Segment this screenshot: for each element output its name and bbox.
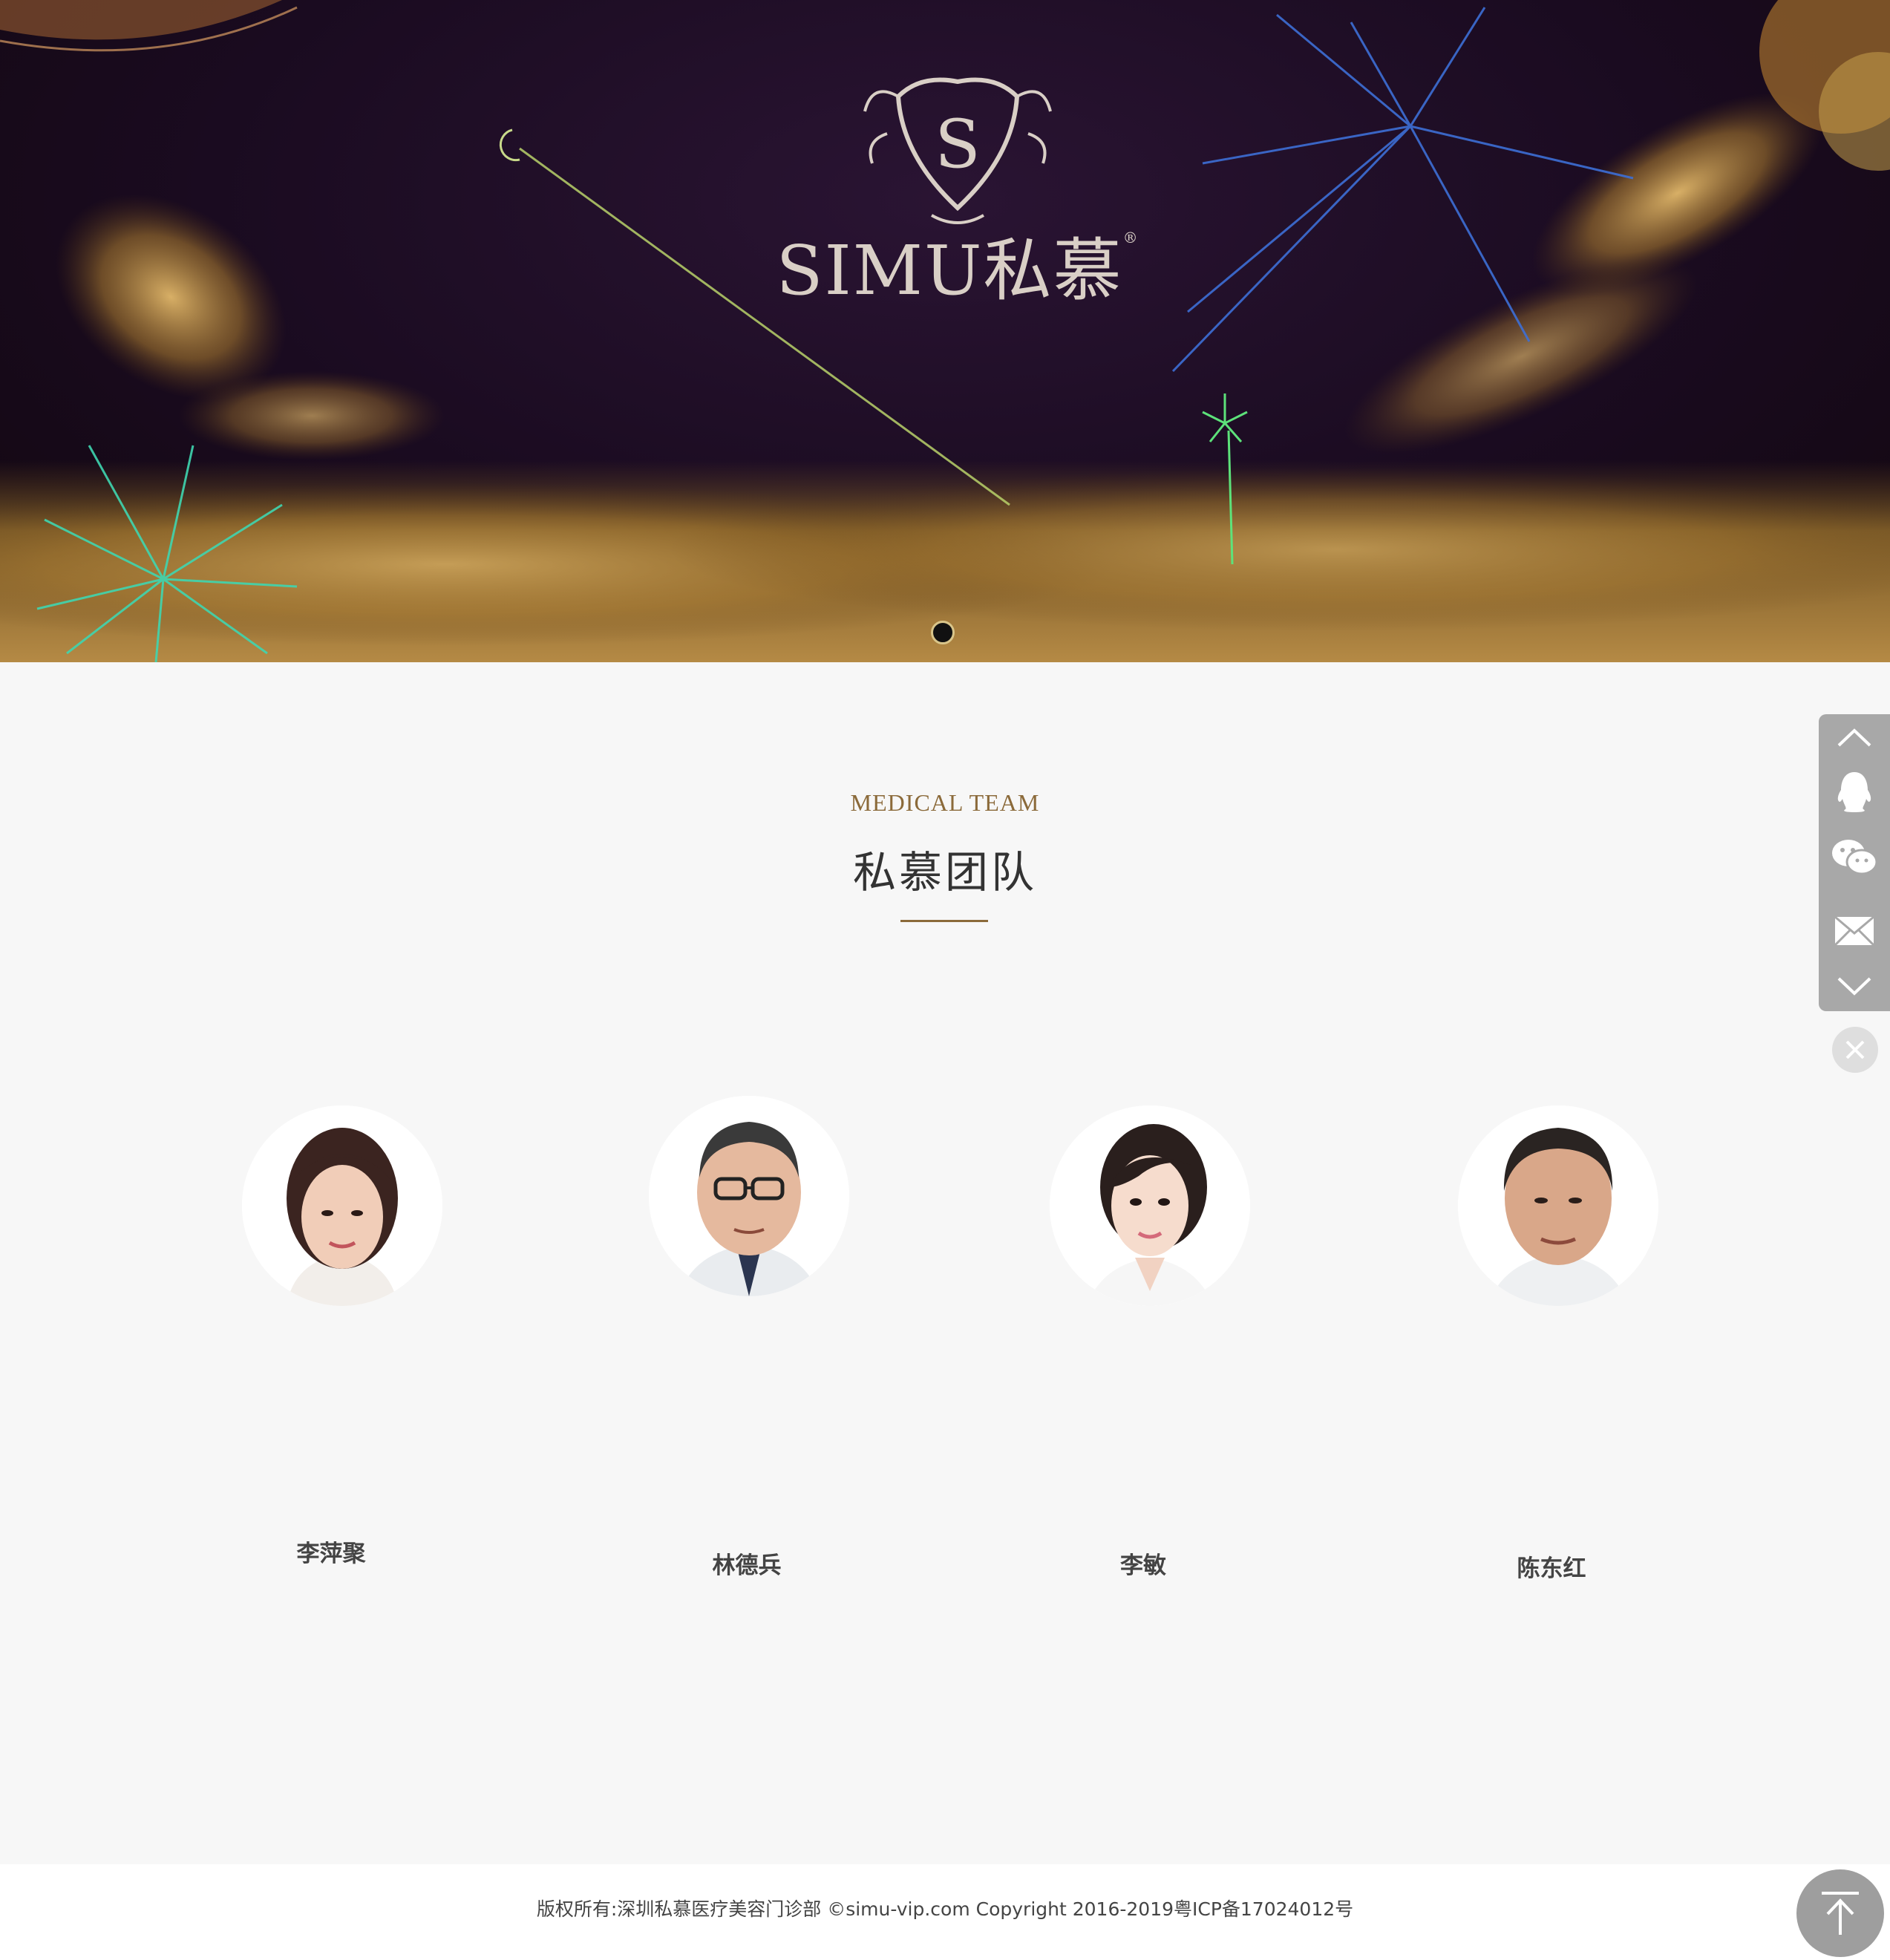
doctor-name-4[interactable]: 陈东红	[1477, 1549, 1626, 1583]
brand-wordmark: SIMU私慕®	[772, 215, 1143, 314]
section-title: 私慕团队	[852, 847, 1037, 898]
doctor-portrait-3	[1050, 1105, 1250, 1306]
sidebar-wechat[interactable]	[1819, 826, 1890, 888]
registered-mark: ®	[1122, 229, 1139, 246]
doctor-name-1[interactable]: 李萍聚	[257, 1535, 405, 1568]
doctor-photo-2[interactable]	[649, 1096, 849, 1296]
wechat-icon	[1832, 840, 1878, 875]
hero-banner: S SIMU私慕®	[0, 0, 1890, 662]
contact-sidebar	[1819, 714, 1890, 1011]
arrow-up-to-top-icon	[1822, 1892, 1859, 1935]
sidebar-scroll-down[interactable]	[1819, 967, 1890, 1007]
footer: 版权所有:深圳私慕医疗美容门诊部 ©simu-vip.com Copyright…	[0, 1864, 1890, 1960]
sidebar-scroll-up[interactable]	[1819, 719, 1890, 756]
brand-cn: 私慕	[983, 231, 1123, 310]
shield-emblem-icon: S	[863, 77, 1052, 224]
doctor-portrait-1	[242, 1105, 442, 1306]
slider-dot-1[interactable]	[931, 621, 955, 644]
doctor-portrait-2	[649, 1096, 849, 1296]
close-icon	[1845, 1040, 1865, 1059]
copyright-text: 版权所有:深圳私慕医疗美容门诊部 ©simu-vip.com Copyright…	[536, 1898, 1354, 1920]
doctor-name-2[interactable]: 林德兵	[673, 1546, 821, 1580]
chevron-down-icon	[1837, 977, 1871, 996]
mail-icon	[1834, 915, 1875, 947]
sidebar-mail[interactable]	[1819, 900, 1890, 962]
section-divider	[900, 920, 988, 922]
back-to-top-button[interactable]	[1796, 1869, 1884, 1957]
brand-latin: SIMU	[776, 231, 984, 310]
doctor-portrait-4	[1458, 1105, 1658, 1306]
brand-logo: S SIMU私慕®	[772, 67, 1143, 312]
sidebar-qq[interactable]	[1819, 760, 1890, 823]
svg-text:S: S	[935, 105, 981, 183]
sidebar-close-button[interactable]	[1832, 1027, 1878, 1073]
doctor-photo-1[interactable]	[242, 1105, 442, 1306]
section-subtitle: MEDICAL TEAM	[850, 789, 1040, 816]
qq-icon	[1837, 772, 1871, 812]
doctor-photo-4[interactable]	[1458, 1105, 1658, 1306]
chevron-up-icon	[1837, 728, 1871, 747]
doctor-name-3[interactable]: 李敏	[1069, 1546, 1217, 1580]
doctor-photo-3[interactable]	[1050, 1105, 1250, 1306]
